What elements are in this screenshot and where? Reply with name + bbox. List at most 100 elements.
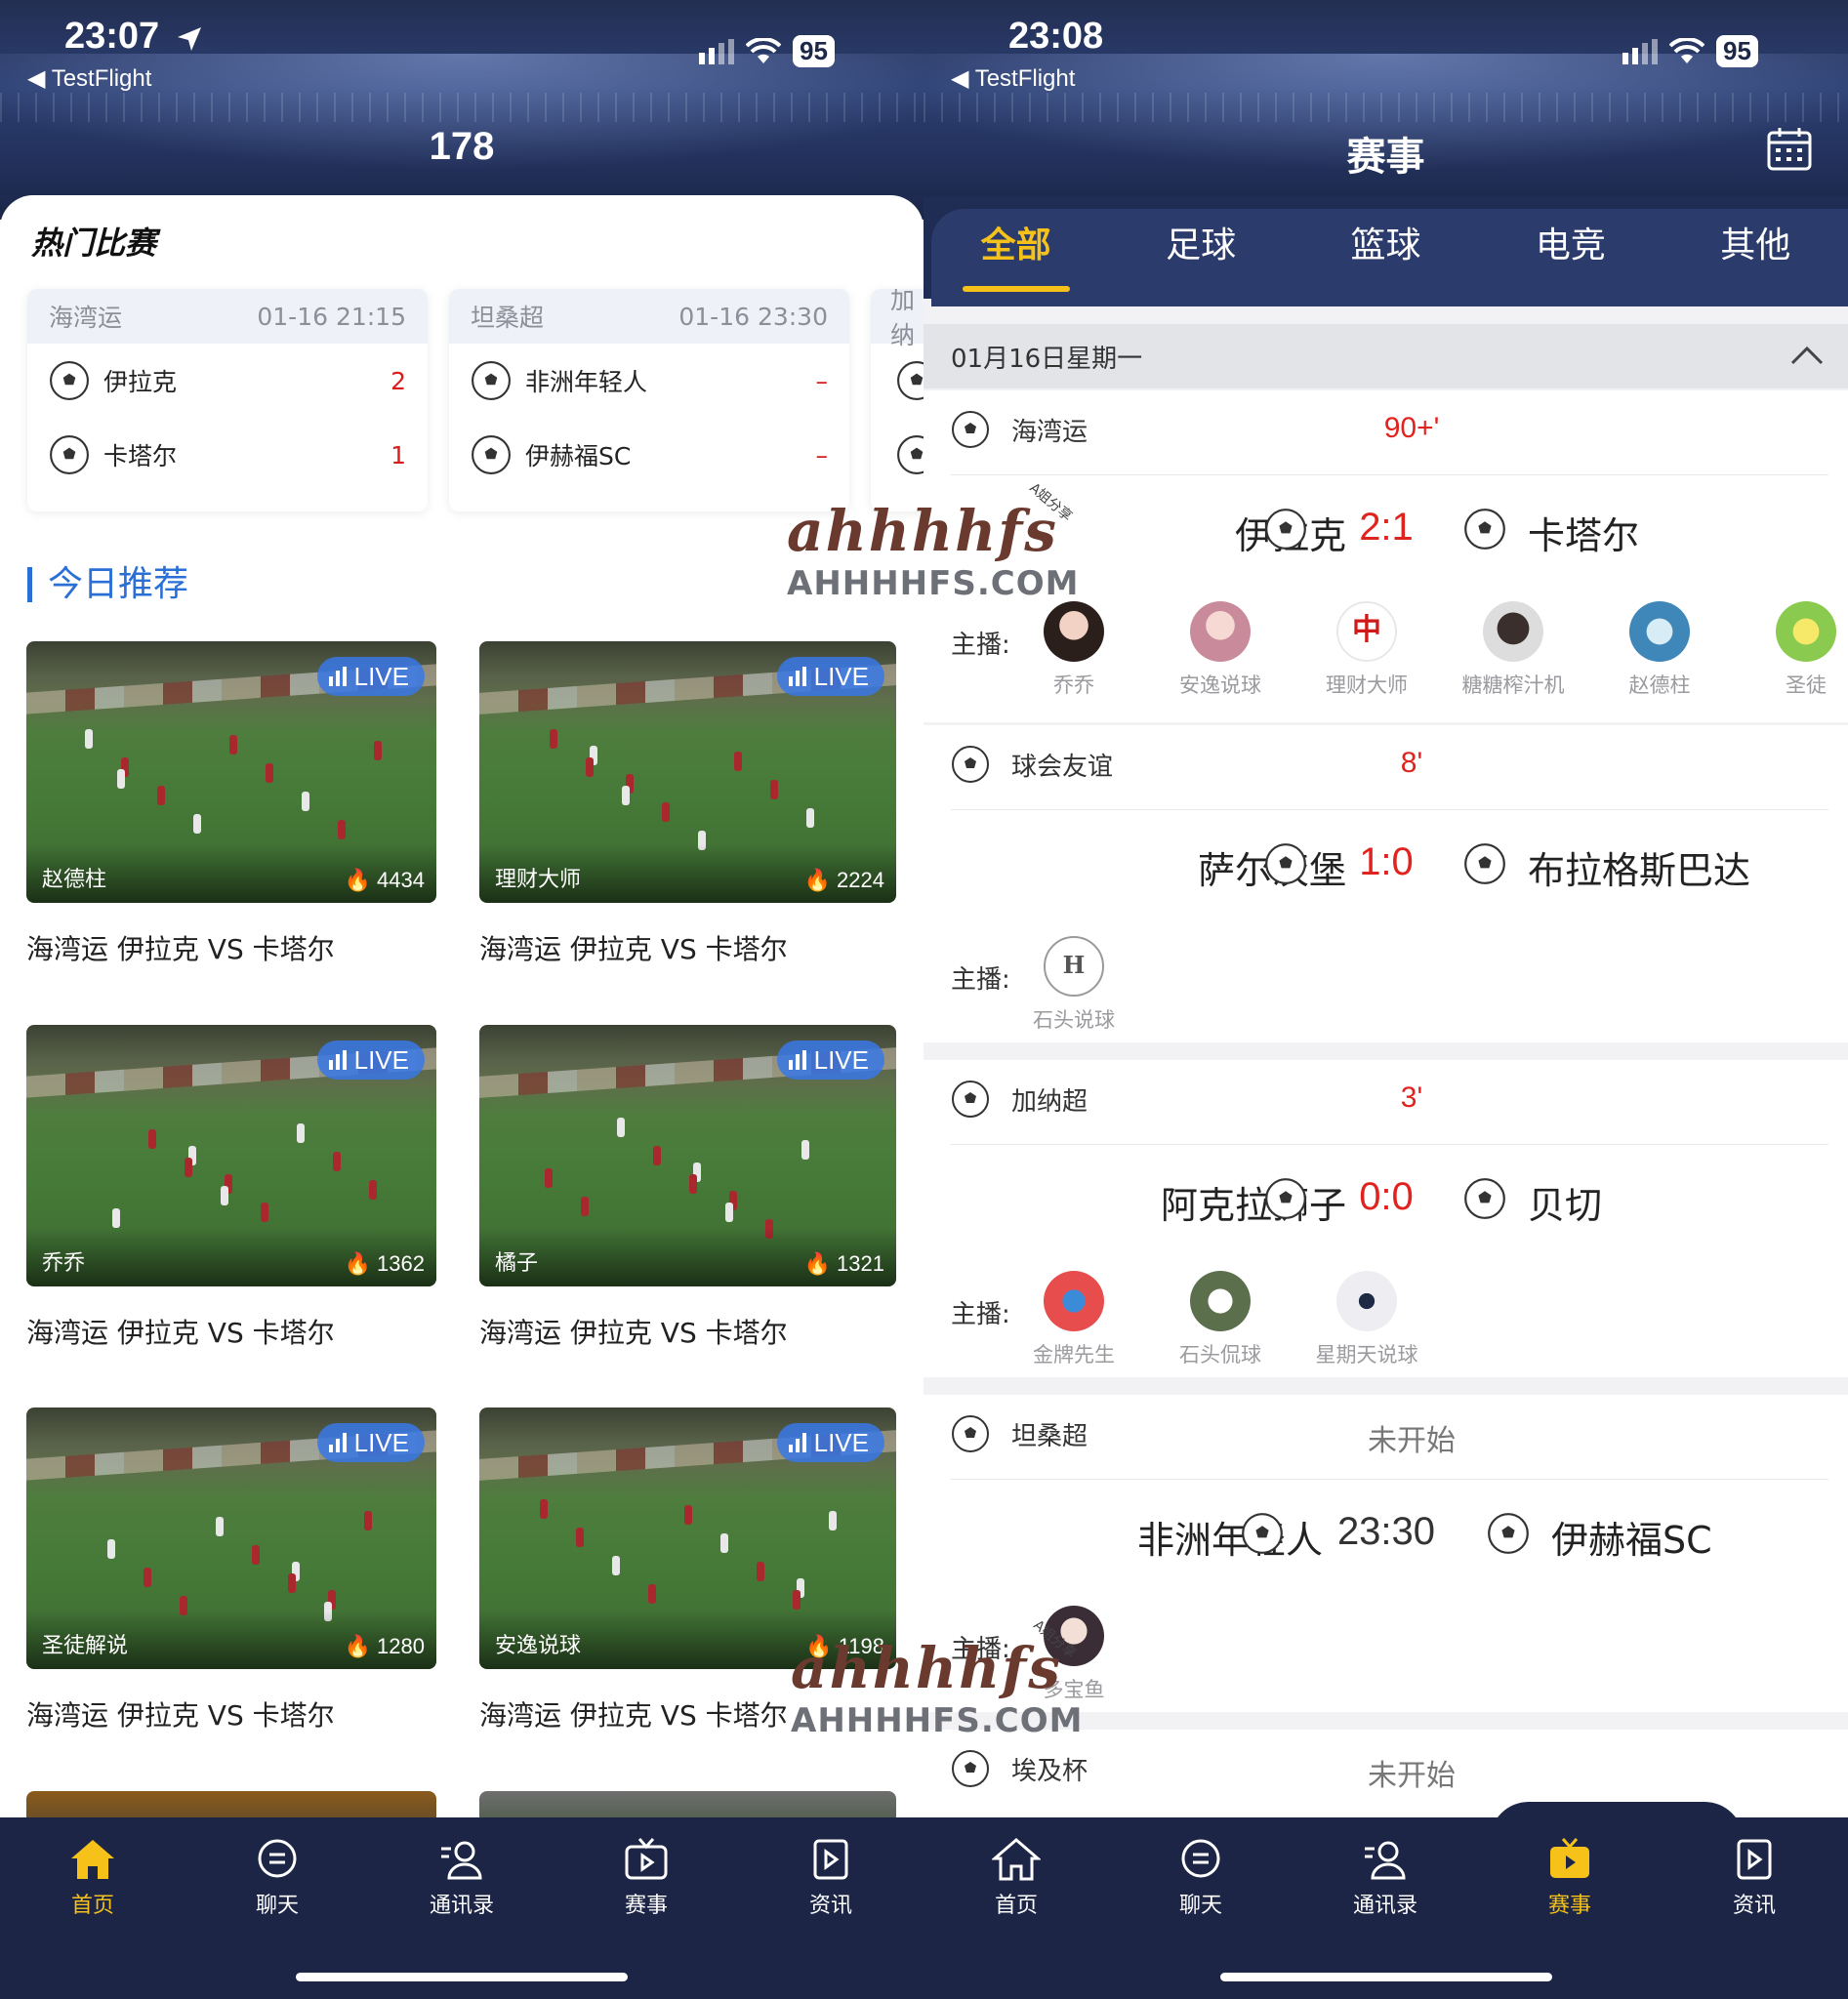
flame-icon: 🔥 bbox=[344, 1634, 372, 1658]
video-card[interactable]: LIVE 橘子 🔥 1321 海湾运 伊拉克 VS 卡塔尔 bbox=[479, 1025, 896, 1351]
match-item[interactable]: 海湾运 90+' 伊拉克 2:1 卡塔尔 主播: 乔乔 安逸说球 中理财大师 糖… bbox=[924, 390, 1848, 722]
host-avatar[interactable]: 安逸说球 bbox=[1162, 595, 1279, 699]
calendar-icon[interactable] bbox=[1766, 127, 1813, 172]
video-title[interactable]: 海湾运 伊拉克 VS 卡塔尔 bbox=[479, 928, 896, 967]
video-card[interactable]: LIVE 赵德柱 🔥 4434 海湾运 伊拉克 VS 卡塔尔 bbox=[26, 641, 436, 967]
tab-label: 资讯 bbox=[808, 1894, 852, 1918]
tab-contacts[interactable]: 通讯录 bbox=[1322, 1837, 1449, 1919]
chevron-up-icon[interactable] bbox=[1789, 340, 1825, 369]
video-card[interactable]: LIVE 理财大师 🔥 2224 海湾运 伊拉克 VS 卡塔尔 bbox=[479, 641, 896, 967]
testflight-back-link[interactable]: ◀ TestFlight bbox=[27, 64, 151, 93]
video-title[interactable]: 海湾运 伊拉克 VS 卡塔尔 bbox=[479, 1694, 896, 1734]
host-avatar[interactable]: 圣徒 bbox=[1747, 595, 1848, 699]
video-card[interactable]: LIVE 乔乔 🔥 1362 海湾运 伊拉克 VS 卡塔尔 bbox=[26, 1025, 436, 1351]
player-figure bbox=[725, 1203, 733, 1222]
video-title[interactable]: 海湾运 伊拉克 VS 卡塔尔 bbox=[26, 928, 436, 967]
tab-other[interactable]: 其他 bbox=[1697, 212, 1814, 292]
live-bars-icon bbox=[328, 1050, 347, 1070]
video-title[interactable]: 海湾运 伊拉克 VS 卡塔尔 bbox=[479, 1312, 896, 1351]
host-name: 安逸说球 bbox=[1179, 673, 1261, 697]
divider bbox=[951, 1144, 1828, 1145]
matches-screen: 23:08 ◀ TestFlight 95 赛事 全部 足球 篮球 电竞 其他 … bbox=[924, 0, 1848, 1999]
match-item[interactable]: 加纳超 3' 阿克拉狮子 0:0 贝切 主播: 金牌先生 石头侃球 星期天说球 bbox=[924, 1060, 1848, 1377]
player-figure bbox=[144, 1568, 151, 1587]
tab-home[interactable]: 首页 bbox=[953, 1837, 1080, 1919]
soccer-ball-icon bbox=[1488, 1513, 1529, 1554]
page-title: 178 bbox=[429, 125, 495, 168]
flame-icon: 🔥 bbox=[805, 1634, 833, 1658]
soccer-ball-icon bbox=[952, 1415, 989, 1452]
match-score: 0:0 bbox=[1359, 1175, 1414, 1218]
date-header[interactable]: 01月16日星期一 bbox=[924, 324, 1848, 388]
tab-matches[interactable]: 赛事 bbox=[583, 1837, 710, 1919]
tab-label: 首页 bbox=[994, 1894, 1038, 1918]
video-title[interactable]: 海湾运 伊拉克 VS 卡塔尔 bbox=[26, 1312, 436, 1351]
host-avatar[interactable]: 金牌先生 bbox=[1015, 1265, 1132, 1368]
away-team: 卡塔尔 bbox=[103, 442, 178, 470]
wifi-icon bbox=[1669, 37, 1704, 63]
host-avatar[interactable]: 中理财大师 bbox=[1308, 595, 1425, 699]
video-thumbnail[interactable]: LIVE 赵德柱 🔥 4434 bbox=[26, 641, 436, 903]
match-score: 1:0 bbox=[1359, 840, 1414, 883]
match-item[interactable]: 球会友谊 8' 萨尔茨堡 1:0 布拉格斯巴达 主播: H 石头说球 bbox=[924, 725, 1848, 1042]
host-avatar[interactable]: 多宝鱼 bbox=[1015, 1600, 1132, 1703]
live-bars-icon bbox=[328, 1433, 347, 1452]
video-card[interactable]: LIVE 圣徒解说 🔥 1280 海湾运 伊拉克 VS 卡塔尔 bbox=[26, 1407, 436, 1734]
player-figure bbox=[540, 1499, 548, 1519]
tab-chat[interactable]: 聊天 bbox=[214, 1837, 341, 1919]
tab-home[interactable]: 首页 bbox=[29, 1837, 156, 1919]
video-thumbnail[interactable]: LIVE 安逸说球 🔥 1198 bbox=[479, 1407, 896, 1669]
tab-basketball[interactable]: 篮球 bbox=[1327, 212, 1444, 292]
soccer-ball-icon bbox=[897, 361, 924, 400]
player-figure bbox=[333, 1152, 341, 1171]
avatar bbox=[1483, 601, 1543, 662]
player-figure bbox=[806, 808, 814, 828]
tab-chat[interactable]: 聊天 bbox=[1137, 1837, 1264, 1919]
live-badge: LIVE bbox=[776, 1423, 884, 1462]
tab-news[interactable]: 资讯 bbox=[1691, 1837, 1818, 1919]
testflight-back-link[interactable]: ◀ TestFlight bbox=[951, 64, 1075, 93]
hot-match-card-partial[interactable]: 加纳 bbox=[871, 289, 924, 511]
home-team: 伊拉克 bbox=[103, 368, 178, 396]
status-icons: 95 bbox=[1622, 35, 1758, 67]
player-figure bbox=[612, 1556, 620, 1575]
host-avatar[interactable]: 星期天说球 bbox=[1308, 1265, 1425, 1368]
hot-match-card[interactable]: 海湾运 01-16 21:15 伊拉克 2 卡塔尔 1 bbox=[27, 289, 428, 511]
video-thumbnail[interactable]: LIVE 橘子 🔥 1321 bbox=[479, 1025, 896, 1286]
tab-contacts[interactable]: 通讯录 bbox=[398, 1837, 525, 1919]
hot-match-card[interactable]: 坦桑超 01-16 23:30 非洲年轻人 – 伊赫福SC – bbox=[449, 289, 849, 511]
soccer-ball-icon bbox=[952, 746, 989, 783]
tab-matches[interactable]: 赛事 bbox=[1506, 1837, 1633, 1919]
chat-icon bbox=[258, 1839, 297, 1878]
host-avatar[interactable]: 赵德柱 bbox=[1601, 595, 1718, 699]
wifi-icon bbox=[746, 37, 781, 63]
tv-icon bbox=[625, 1838, 668, 1880]
flame-icon: 🔥 bbox=[344, 1251, 372, 1276]
video-card[interactable]: LIVE 安逸说球 🔥 1198 海湾运 伊拉克 VS 卡塔尔 bbox=[479, 1407, 896, 1734]
anchor-name: 安逸说球 bbox=[495, 1634, 582, 1658]
soccer-ball-icon bbox=[1265, 509, 1306, 550]
tab-news[interactable]: 资讯 bbox=[767, 1837, 894, 1919]
video-thumbnail[interactable]: LIVE 理财大师 🔥 2224 bbox=[479, 641, 896, 903]
match-teams: 伊拉克 2:1 卡塔尔 bbox=[924, 488, 1848, 572]
tab-esports[interactable]: 电竞 bbox=[1512, 212, 1629, 292]
host-avatar[interactable]: 石头侃球 bbox=[1162, 1265, 1279, 1368]
date-label: 01月16日星期一 bbox=[951, 344, 1143, 374]
live-badge: LIVE bbox=[316, 657, 425, 696]
match-item[interactable]: 坦桑超 未开始 非洲年轻人 23:30 伊赫福SC 主播: 多宝鱼 bbox=[924, 1395, 1848, 1712]
player-figure bbox=[193, 814, 201, 834]
video-title[interactable]: 海湾运 伊拉克 VS 卡塔尔 bbox=[26, 1694, 436, 1734]
video-thumbnail[interactable]: LIVE 圣徒解说 🔥 1280 bbox=[26, 1407, 436, 1669]
host-avatar[interactable]: 乔乔 bbox=[1015, 595, 1132, 699]
host-avatar[interactable]: 糖糖榨汁机 bbox=[1455, 595, 1572, 699]
flame-icon: 🔥 bbox=[803, 868, 832, 892]
away-team: 伊赫福SC bbox=[525, 442, 632, 470]
host-label: 主播: bbox=[951, 1635, 1010, 1664]
away-team: 伊赫福SC bbox=[1551, 1519, 1712, 1562]
video-thumbnail[interactable]: LIVE 乔乔 🔥 1362 bbox=[26, 1025, 436, 1286]
host-list: 主播: 多宝鱼 bbox=[951, 1600, 1848, 1717]
tab-all[interactable]: 全部 bbox=[958, 212, 1075, 292]
tab-football[interactable]: 足球 bbox=[1142, 212, 1259, 292]
host-avatar[interactable]: H 石头说球 bbox=[1015, 930, 1132, 1034]
match-time: 01-16 21:15 bbox=[257, 302, 406, 331]
